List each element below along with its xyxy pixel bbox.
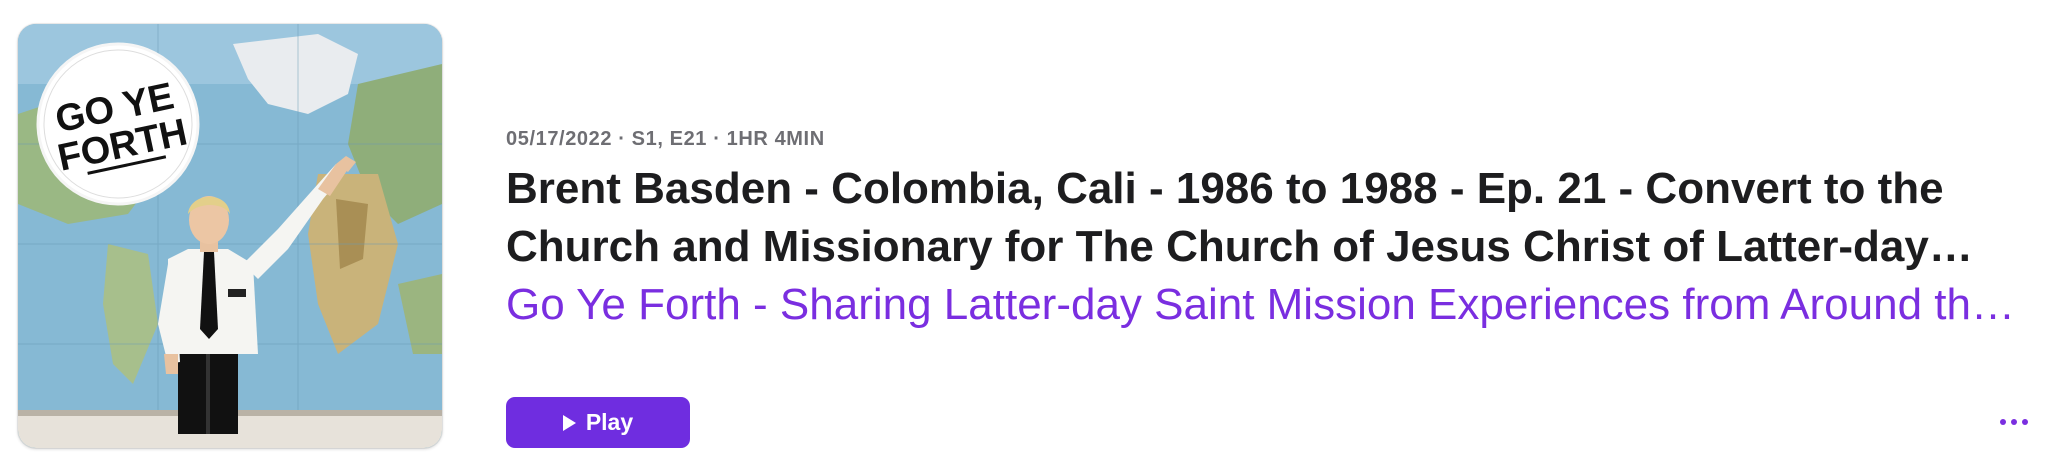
episode-header: GO YE FORTH 05/17/2022 · S1, E21 · 1HR 4… bbox=[0, 0, 2048, 465]
play-button[interactable]: Play bbox=[506, 397, 690, 448]
more-icon bbox=[2000, 419, 2006, 425]
play-label: Play bbox=[585, 409, 634, 435]
episode-title: Brent Basden - Colombia, Cali - 1986 to … bbox=[506, 164, 1944, 271]
episode-info: 05/17/2022 · S1, E21 · 1HR 4MIN Brent Ba… bbox=[506, 126, 2028, 334]
show-name-link[interactable]: Go Ye Forth - Sharing Latter-day Saint M… bbox=[506, 276, 2026, 334]
more-options-button[interactable] bbox=[1994, 410, 2034, 434]
artwork-image: GO YE FORTH bbox=[18, 24, 442, 448]
episode-meta: 05/17/2022 · S1, E21 · 1HR 4MIN bbox=[506, 128, 825, 150]
episode-artwork: GO YE FORTH bbox=[18, 24, 442, 448]
play-icon bbox=[562, 414, 576, 431]
